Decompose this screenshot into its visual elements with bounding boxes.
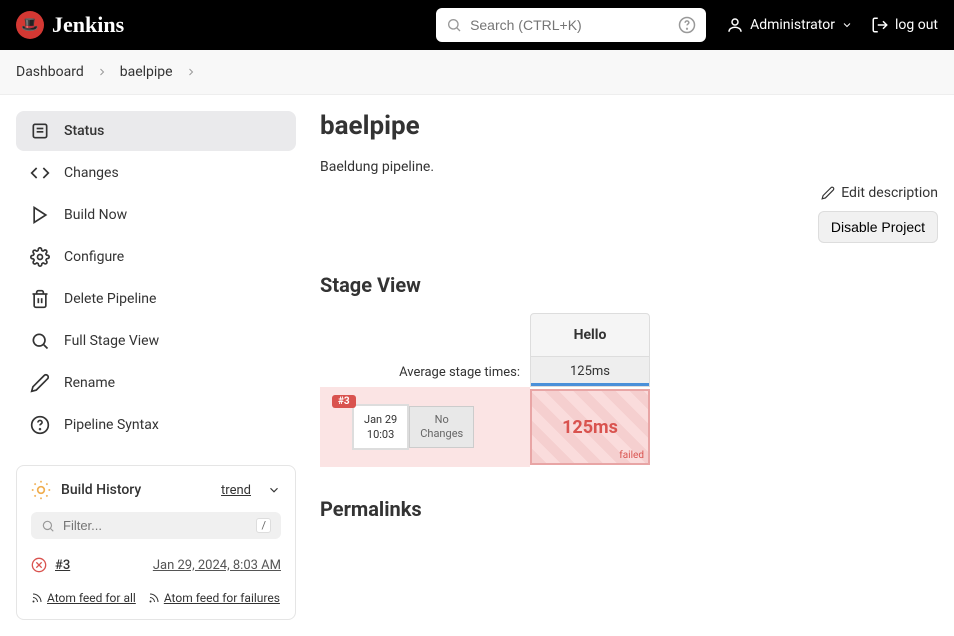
atom-feed-all[interactable]: Atom feed for all bbox=[31, 591, 136, 605]
sidebar-item-changes[interactable]: Changes bbox=[16, 153, 296, 193]
gear-icon bbox=[30, 247, 50, 267]
permalinks-title: Permalinks bbox=[320, 497, 938, 521]
stage-result-cell[interactable]: 125ms failed bbox=[530, 389, 650, 465]
page-description: Baeldung pipeline. bbox=[320, 159, 938, 175]
rss-icon bbox=[31, 592, 43, 604]
search-icon bbox=[446, 17, 462, 33]
sidebar-item-pipeline-syntax[interactable]: Pipeline Syntax bbox=[16, 405, 296, 445]
stage-view: Average stage times: #3 Jan 29 10:03 No … bbox=[320, 313, 938, 467]
build-history-panel: Build History trend / #3 Jan 29, 2024, 8… bbox=[16, 465, 296, 620]
changes-icon bbox=[30, 163, 50, 183]
chevron-down-icon bbox=[841, 19, 853, 31]
breadcrumb: Dashboard baelpipe bbox=[0, 50, 954, 95]
trash-icon bbox=[30, 289, 50, 309]
sidebar-item-label: Pipeline Syntax bbox=[64, 417, 159, 433]
status-icon bbox=[30, 121, 50, 141]
breadcrumb-dashboard[interactable]: Dashboard bbox=[16, 64, 84, 80]
logout-link[interactable]: log out bbox=[871, 16, 938, 34]
breadcrumb-baelpipe[interactable]: baelpipe bbox=[120, 64, 173, 80]
stage-status: failed bbox=[619, 450, 644, 461]
play-icon bbox=[30, 205, 50, 225]
sidebar-item-label: Configure bbox=[64, 249, 124, 265]
chevron-right-icon bbox=[96, 66, 108, 78]
disable-project-button[interactable]: Disable Project bbox=[818, 211, 938, 243]
user-menu[interactable]: Administrator bbox=[726, 16, 853, 34]
trend-link[interactable]: trend bbox=[221, 483, 251, 498]
pencil-icon bbox=[30, 373, 50, 393]
filter-shortcut: / bbox=[256, 518, 271, 533]
sidebar-item-rename[interactable]: Rename bbox=[16, 363, 296, 403]
stage-avg-value: 125ms bbox=[530, 357, 650, 387]
chevron-down-icon[interactable] bbox=[267, 483, 281, 497]
sidebar-item-label: Changes bbox=[64, 165, 119, 181]
help-icon[interactable] bbox=[678, 16, 696, 34]
chevron-right-icon bbox=[185, 66, 197, 78]
build-number[interactable]: #3 bbox=[55, 558, 70, 573]
search-input[interactable] bbox=[470, 17, 670, 33]
filter-box[interactable]: / bbox=[31, 512, 281, 539]
run-date: Jan 29 10:03 bbox=[352, 404, 409, 451]
page-title: baelpipe bbox=[320, 111, 938, 141]
stage-view-title: Stage View bbox=[320, 273, 938, 297]
pencil-icon bbox=[821, 186, 835, 200]
search-box[interactable] bbox=[436, 8, 706, 42]
jenkins-logo[interactable]: 🎩 Jenkins bbox=[16, 11, 124, 39]
sidebar-item-status[interactable]: Status bbox=[16, 111, 296, 151]
jenkins-mascot-icon: 🎩 bbox=[16, 11, 44, 39]
stage-time: 125ms bbox=[562, 417, 618, 438]
user-icon bbox=[726, 16, 744, 34]
search-icon bbox=[41, 519, 55, 533]
failed-icon bbox=[31, 557, 47, 573]
run-changes: No Changes bbox=[409, 406, 474, 449]
sidebar-item-label: Build Now bbox=[64, 207, 127, 223]
filter-input[interactable] bbox=[63, 518, 248, 533]
run-badge: #3 bbox=[332, 395, 356, 408]
brand-text: Jenkins bbox=[52, 12, 124, 38]
sun-icon bbox=[31, 480, 51, 500]
logout-icon bbox=[871, 16, 889, 34]
rss-icon bbox=[148, 592, 160, 604]
help-circle-icon bbox=[30, 415, 50, 435]
sidebar-item-label: Rename bbox=[64, 375, 115, 391]
avg-stage-label: Average stage times: bbox=[320, 357, 530, 387]
sidebar-item-label: Full Stage View bbox=[64, 333, 159, 349]
sidebar-item-label: Status bbox=[64, 123, 104, 139]
sidebar-item-configure[interactable]: Configure bbox=[16, 237, 296, 277]
atom-feed-failures[interactable]: Atom feed for failures bbox=[148, 591, 280, 605]
stage-run-row[interactable]: #3 Jan 29 10:03 No Changes bbox=[320, 387, 530, 467]
build-date[interactable]: Jan 29, 2024, 8:03 AM bbox=[153, 558, 281, 573]
sidebar-item-label: Delete Pipeline bbox=[64, 291, 156, 307]
search-icon bbox=[30, 331, 50, 351]
sidebar-item-build-now[interactable]: Build Now bbox=[16, 195, 296, 235]
sidebar-item-delete[interactable]: Delete Pipeline bbox=[16, 279, 296, 319]
stage-column-header: Hello bbox=[530, 313, 650, 357]
edit-description-link[interactable]: Edit description bbox=[821, 185, 938, 201]
sidebar-item-full-stage[interactable]: Full Stage View bbox=[16, 321, 296, 361]
history-title: Build History bbox=[61, 482, 211, 498]
build-row[interactable]: #3 Jan 29, 2024, 8:03 AM bbox=[31, 549, 281, 581]
